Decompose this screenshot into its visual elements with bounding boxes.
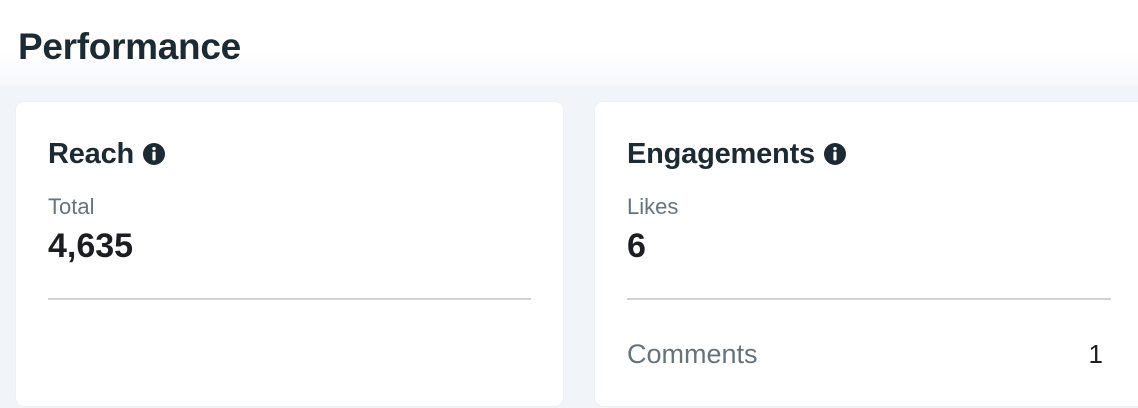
engagements-metric-label: Likes [627,194,679,219]
reach-divider [48,298,531,300]
reach-title: Reach [48,138,135,170]
engagements-metric-value: 6 [627,227,646,265]
engagements-divider [627,298,1111,300]
reach-card-header: Reach [48,136,166,172]
comments-value: 1 [1088,338,1103,369]
reach-card: Reach Total 4,635 [16,102,563,406]
engagements-card-header: Engagements [627,136,847,172]
page-title: Performance [18,26,241,67]
comments-label: Comments [627,338,758,369]
engagements-title: Engagements [627,138,815,170]
reach-metric-value: 4,635 [48,227,134,265]
reach-metric-label: Total [48,194,95,219]
comments-row: Comments 1 [627,336,1103,372]
info-icon[interactable] [142,142,166,166]
engagements-card: Engagements Likes 6 Comments 1 [595,102,1138,406]
info-icon[interactable] [823,142,847,166]
